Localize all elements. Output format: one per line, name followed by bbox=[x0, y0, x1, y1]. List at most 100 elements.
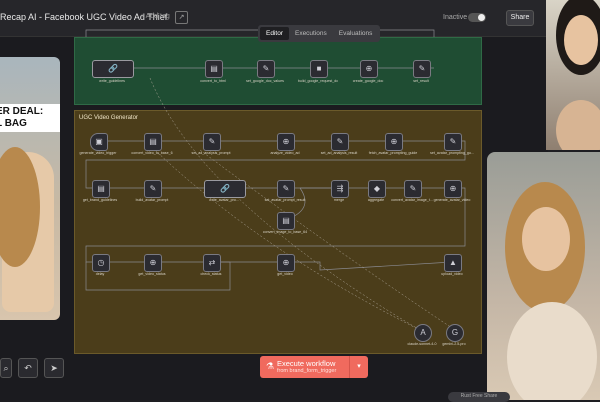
node-build-avatar-prompt[interactable]: ✎ bbox=[144, 180, 162, 198]
node-analyze-video-ad[interactable]: ⊕ bbox=[277, 133, 295, 151]
node-merge[interactable]: ⇶ bbox=[331, 180, 349, 198]
add-tag-button[interactable]: + Add tag bbox=[140, 13, 170, 20]
webcam-bottom-right bbox=[487, 152, 600, 400]
globe-icon: ⊕ bbox=[390, 137, 398, 146]
share-button[interactable]: Share bbox=[506, 10, 534, 26]
overlay-pill: Rust Free Share bbox=[448, 392, 510, 402]
node-label: write_guidelines bbox=[99, 79, 125, 83]
tab-executions[interactable]: Executions bbox=[289, 27, 333, 40]
node-label: build_avatar_prompt bbox=[135, 198, 169, 202]
pencil-icon: ✎ bbox=[418, 64, 426, 73]
pointer-icon[interactable]: ➤ bbox=[44, 358, 64, 378]
file-icon: ▤ bbox=[282, 216, 290, 225]
node-get-video-status[interactable]: ⊕ bbox=[144, 254, 162, 272]
node-label: write_avatar_pro... bbox=[209, 198, 239, 202]
node-fetch-avatar-prompting-guide[interactable]: ⊕ bbox=[385, 133, 403, 151]
node-label: set_avatar_prompt_result bbox=[264, 198, 306, 202]
shirt-shape bbox=[507, 302, 597, 400]
link-icon: 🔗 bbox=[108, 64, 118, 73]
node-label: create_google_doc bbox=[352, 79, 384, 83]
file-icon: ▤ bbox=[149, 137, 157, 146]
trigger-icon: ▣ bbox=[95, 137, 103, 146]
node-convert-image-to-base64[interactable]: ▤ bbox=[277, 212, 295, 230]
node-label: get_video bbox=[277, 272, 293, 276]
code-icon: ■ bbox=[316, 64, 322, 73]
node-label: fetch_avatar_prompting_guide bbox=[368, 151, 418, 155]
node-convert-video-to-base64[interactable]: ▤ bbox=[144, 133, 162, 151]
status-label: Inactive bbox=[443, 14, 468, 21]
undo-icon[interactable]: ↶ bbox=[18, 358, 38, 378]
node-aggregate[interactable]: ◆ bbox=[368, 180, 386, 198]
shoulder-shape bbox=[556, 100, 600, 150]
node-label: check_status bbox=[200, 272, 222, 276]
tab-editor[interactable]: Editor bbox=[260, 27, 289, 40]
gemini-icon: G bbox=[451, 328, 459, 337]
flask-icon: ⚗ bbox=[266, 361, 275, 371]
node-set-google-doc-values[interactable]: ✎ bbox=[257, 60, 275, 78]
node-write-guidelines[interactable]: 🔗 bbox=[92, 60, 134, 78]
pencil-icon: ✎ bbox=[336, 137, 344, 146]
link-icon: 🔗 bbox=[220, 184, 230, 193]
node-label: convert_to_html bbox=[200, 79, 226, 83]
node-generate-video-trigger[interactable]: ▣ bbox=[90, 133, 108, 151]
node-set-ad-analysis-prompt[interactable]: ✎ bbox=[203, 133, 221, 151]
node-set-avatar-prompt-result[interactable]: ✎ bbox=[277, 180, 295, 198]
active-toggle[interactable] bbox=[468, 13, 486, 22]
view-tabs: Editor Executions Evaluations bbox=[258, 25, 381, 42]
node-label: upload_video bbox=[441, 272, 463, 276]
node-check-status[interactable]: ⇄ bbox=[203, 254, 221, 272]
globe-icon: ⊕ bbox=[149, 258, 157, 267]
node-build-google-request[interactable]: ■ bbox=[310, 60, 328, 78]
node-get-brand-guidelines[interactable]: ▤ bbox=[92, 180, 110, 198]
clock-icon: ◷ bbox=[97, 258, 105, 267]
node-label: delay bbox=[95, 272, 105, 276]
chevron-down-icon[interactable]: ▾ bbox=[349, 356, 368, 378]
globe-icon: ⊕ bbox=[282, 137, 290, 146]
node-label: set_avatar_prompting_gu... bbox=[430, 151, 474, 155]
node-label: set_google_doc_values bbox=[246, 79, 284, 83]
execute-workflow-button[interactable]: ⚗ Execute workflow from brand_form_trigg… bbox=[260, 356, 368, 378]
pencil-icon: ✎ bbox=[149, 184, 157, 193]
globe-icon: ⊕ bbox=[449, 184, 457, 193]
node-label: set_ad_analysis_result bbox=[320, 151, 358, 155]
html-icon: ▤ bbox=[210, 64, 218, 73]
node-label: get_video_status bbox=[138, 272, 166, 276]
face-shape bbox=[522, 207, 570, 271]
canvas-toolbar: ⌕ ↶ ➤ bbox=[0, 358, 64, 378]
execute-label: Execute workflow bbox=[277, 359, 336, 368]
node-label: generate_video_trigger bbox=[79, 151, 117, 155]
pencil-icon: ✎ bbox=[282, 184, 290, 193]
external-link-icon[interactable]: ↗ bbox=[175, 11, 188, 24]
switch-icon: ⇄ bbox=[208, 258, 216, 267]
node-delay[interactable]: ◷ bbox=[92, 254, 110, 272]
node-claude-sonnet[interactable]: A bbox=[414, 324, 432, 342]
node-label: set_result bbox=[413, 79, 429, 83]
aggregate-icon: ◆ bbox=[373, 184, 381, 193]
pencil-icon: ✎ bbox=[409, 184, 417, 193]
node-generate-avatar-video[interactable]: ⊕ bbox=[444, 180, 462, 198]
globe-icon: ⊕ bbox=[365, 64, 373, 73]
pencil-icon: ✎ bbox=[208, 137, 216, 146]
ad-caption-text: ER DEAL:L BAG bbox=[0, 104, 60, 132]
pencil-icon: ✎ bbox=[262, 64, 270, 73]
node-set-result[interactable]: ✎ bbox=[413, 60, 431, 78]
webcam-top-right bbox=[546, 0, 600, 150]
tab-evaluations[interactable]: Evaluations bbox=[333, 27, 379, 40]
node-convert-to-html[interactable]: ▤ bbox=[205, 60, 223, 78]
node-set-ad-analysis-result[interactable]: ✎ bbox=[331, 133, 349, 151]
merge-icon: ⇶ bbox=[336, 184, 344, 193]
node-gemini[interactable]: G bbox=[446, 324, 464, 342]
node-label: set_ad_analysis_prompt bbox=[191, 151, 231, 155]
node-label: get_brand_guidelines bbox=[82, 198, 118, 202]
node-convert-avatar-image[interactable]: ✎ bbox=[404, 180, 422, 198]
node-set-avatar-prompting-guide[interactable]: ✎ bbox=[444, 133, 462, 151]
node-create-google-doc[interactable]: ⊕ bbox=[360, 60, 378, 78]
video-preview-left: ER DEAL:L BAG bbox=[0, 57, 60, 320]
node-label: convert_video_to_base_6 bbox=[131, 151, 173, 155]
face-shape bbox=[564, 15, 598, 65]
node-upload-video[interactable]: ▲ bbox=[444, 254, 462, 272]
node-write-avatar-prompt[interactable]: 🔗 bbox=[204, 180, 246, 198]
node-get-video[interactable]: ⊕ bbox=[277, 254, 295, 272]
execute-trigger-label: from brand_form_trigger bbox=[277, 368, 337, 374]
zoom-tool[interactable]: ⌕ bbox=[0, 358, 12, 378]
